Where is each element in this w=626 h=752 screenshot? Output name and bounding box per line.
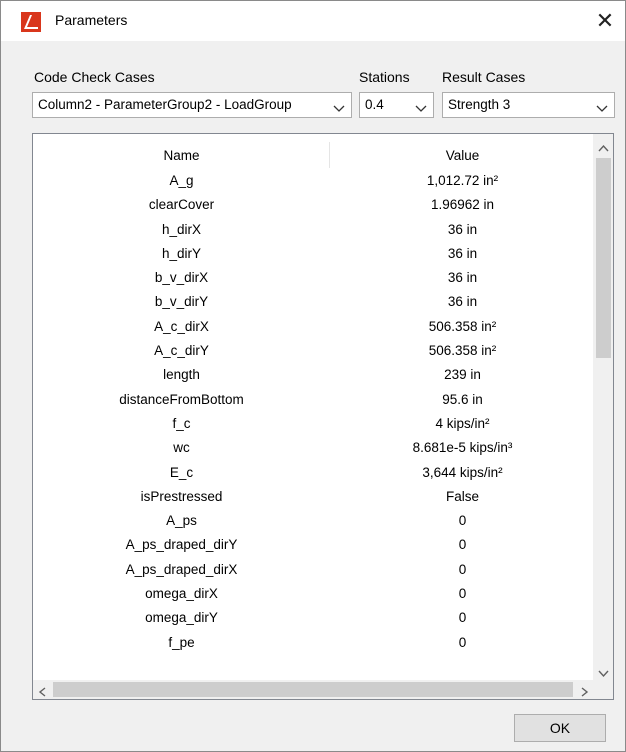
scrollbar-corner [594,680,613,699]
chevron-down-icon [415,101,427,112]
chevron-down-icon [596,101,608,112]
close-icon: ✕ [595,8,615,33]
param-value-cell: 95.6 in [442,391,483,407]
result-case-value: Strength 3 [448,97,511,112]
station-select[interactable]: 0.4 [359,92,434,118]
param-name-cell: A_ps [166,513,197,529]
vertical-scroll-thumb[interactable] [596,158,611,358]
table-row[interactable]: wc 8.681e-5 kips/in³ [33,436,595,460]
table-row[interactable]: clearCover 1.96962 in [33,193,595,217]
param-name-cell: wc [173,440,190,456]
scroll-down-arrow-icon[interactable] [598,666,609,678]
app-logo-icon [21,12,41,32]
param-name-cell: b_v_dirY [154,294,209,310]
table-row[interactable]: isPrestressed False [33,485,595,509]
param-name-cell: E_c [169,464,194,480]
param-name-cell: A_ps_draped_dirX [125,561,238,577]
param-name-cell: A_c_dirX [154,318,209,334]
table-row[interactable]: A_c_dirY 506.358 in² [33,339,595,363]
param-value-cell: 0 [458,586,467,602]
result-case-select[interactable]: Strength 3 [442,92,615,118]
header-value[interactable]: Value [330,148,595,163]
scroll-right-arrow-icon[interactable] [581,685,589,697]
param-value-cell: 0 [458,634,467,650]
vertical-scrollbar[interactable] [593,134,613,680]
param-name-cell: A_g [169,173,194,188]
param-name-cell: h_dirX [161,221,202,237]
param-name-cell: A_ps_draped_dirY [125,537,238,553]
param-name-cell: b_v_dirX [154,270,209,286]
table-row[interactable]: A_ps_draped_dirY 0 [33,533,595,557]
table-row[interactable]: omega_dirY 0 [33,606,595,630]
param-value-cell: 8.681e-5 kips/in³ [412,440,513,456]
param-value-cell: 36 in [447,245,478,261]
param-name-cell: omega_dirX [145,586,218,602]
table-row[interactable]: f_c 4 kips/in² [33,412,595,436]
param-name-cell: distanceFromBottom [119,391,244,407]
scroll-left-arrow-icon[interactable] [38,685,46,697]
param-value-cell: False [445,488,479,504]
table-row[interactable]: A_g 1,012.72 in² [33,169,595,193]
parameters-dialog: Parameters ✕ Code Check Cases Stations R… [0,0,626,752]
horizontal-scroll-thumb[interactable] [53,682,573,697]
param-name-cell: f_pe [168,634,195,650]
stations-label: Stations [359,69,410,85]
param-value-cell: 1,012.72 in² [426,173,499,188]
code-check-cases-label: Code Check Cases [34,69,155,85]
param-name-cell: f_c [172,415,191,431]
table-row[interactable]: b_v_dirY 36 in [33,290,595,314]
param-name-cell: length [163,367,200,383]
param-value-cell: 36 in [447,294,478,310]
close-button[interactable]: ✕ [585,1,625,41]
param-value-cell: 0 [458,513,467,529]
table-row[interactable]: distanceFromBottom 95.6 in [33,388,595,412]
param-value-cell: 1.96962 in [430,197,495,213]
param-name-cell: clearCover [148,197,215,213]
chevron-down-icon [333,101,345,112]
param-value-cell: 36 in [447,221,478,237]
param-name-cell: isPrestressed [140,488,223,504]
table-row[interactable]: A_ps 0 [33,509,595,533]
param-value-cell: 506.358 in² [428,318,497,334]
table-row[interactable]: b_v_dirX 36 in [33,266,595,290]
table-row[interactable]: A_ps_draped_dirX 0 [33,558,595,582]
param-value-cell: 0 [458,537,467,553]
param-value-cell: 0 [458,561,467,577]
scroll-up-arrow-icon[interactable] [598,140,609,152]
param-value-cell: 3,644 kips/in² [422,464,503,480]
table-body: A_g 1,012.72 in² clearCover 1.96962 in h_dir… [33,169,595,655]
table-row[interactable]: length 239 in [33,363,595,387]
table-row[interactable]: f_pe 0 [33,631,595,655]
title-bar: Parameters ✕ [1,1,625,41]
param-value-cell: 239 in [444,367,481,383]
horizontal-scrollbar[interactable] [33,680,613,699]
param-value-cell: 4 kips/in² [435,415,490,431]
table-row[interactable]: h_dirY 36 in [33,242,595,266]
code-check-case-select[interactable]: Column2 - ParameterGroup2 - LoadGroup [32,92,352,118]
table-row[interactable]: h_dirX 36 in [33,218,595,242]
param-value-cell: 0 [458,610,467,626]
ok-button[interactable]: OK [514,714,606,742]
station-value: 0.4 [365,97,384,112]
header-name[interactable]: Name [33,148,330,163]
table-row[interactable]: E_c 3,644 kips/in² [33,461,595,485]
code-check-case-value: Column2 - ParameterGroup2 - LoadGroup [38,97,292,112]
table-row[interactable]: A_c_dirX 506.358 in² [33,315,595,339]
param-name-cell: h_dirY [161,245,202,261]
param-value-cell: 36 in [447,270,478,286]
window-title: Parameters [55,12,128,28]
param-value-cell: 506.358 in² [428,343,497,359]
result-cases-label: Result Cases [442,69,526,85]
parameters-table[interactable]: Name Value A_g 1,012.72 in² clearCover 1.96… [32,133,614,700]
param-name-cell: omega_dirY [145,610,218,626]
table-header: Name Value [33,142,595,168]
param-name-cell: A_c_dirY [154,343,209,359]
table-row[interactable]: omega_dirX 0 [33,582,595,606]
